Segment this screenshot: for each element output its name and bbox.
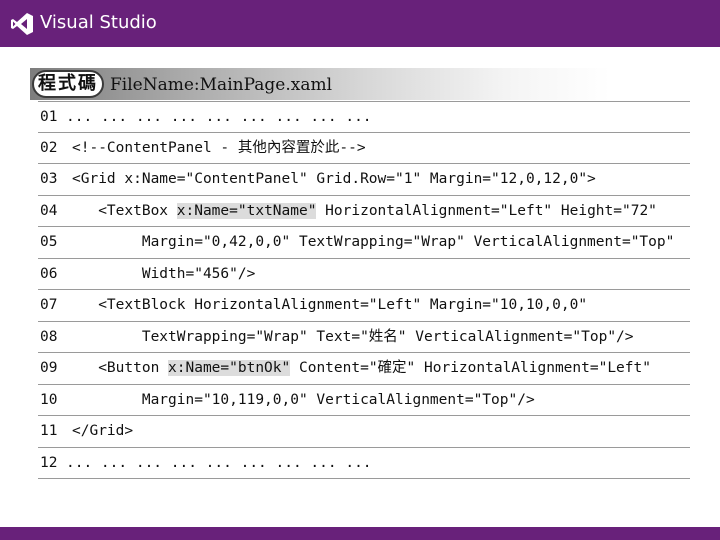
code-segment: Margin="10,119,0,0" VerticalAlignment="T… [72,391,535,408]
line-number: 01 [40,109,58,125]
code-line: 04 <TextBox x:Name="txtName" HorizontalA… [38,196,690,227]
code-line: 11 </Grid> [38,416,690,448]
code-segment: Margin="0,42,0,0" TextWrapping="Wrap" Ve… [72,234,675,250]
highlighted-code-segment: x:Name="txtName" [176,202,317,219]
line-number: 03 [40,171,58,187]
app-title: Visual Studio [40,12,157,33]
code-line: 01 ... ... ... ... ... ... ... ... ... [38,101,690,133]
code-line: 05 Margin="0,42,0,0" TextWrapping="Wrap"… [38,227,690,259]
line-number: 10 [40,391,58,408]
line-number: 06 [40,265,58,282]
code-segment: </Grid> [72,423,134,439]
code-listing: 01 ... ... ... ... ... ... ... ... ... 02 <… [38,101,690,479]
code-segment: ... ... ... ... ... ... ... ... ... [66,109,372,125]
code-line: 08 TextWrapping="Wrap" Text="姓名" Vertica… [38,322,690,353]
code-segment: Content="確定" HorizontalAlignment="Left" [290,360,651,376]
code-segment: TextWrapping="Wrap" Text="姓名" VerticalAl… [72,328,634,345]
line-code: <!--ContentPanel - 其他內容置於此--> [72,133,366,163]
line-number: 07 [40,297,58,313]
line-number: 05 [40,234,58,250]
line-code: ... ... ... ... ... ... ... ... ... [66,102,372,132]
line-number: 02 [40,139,58,156]
code-label-badge: 程式碼 [32,70,104,98]
line-number: 11 [40,423,58,439]
code-segment: <Grid x:Name="ContentPanel" Grid.Row="1"… [72,171,596,187]
code-line: 02 <!--ContentPanel - 其他內容置於此--> [38,133,690,164]
code-line: 07 <TextBlock HorizontalAlignment="Left"… [38,290,690,322]
code-segment: Width="456"/> [72,265,256,282]
line-code: <TextBox x:Name="txtName" HorizontalAlig… [72,196,657,226]
file-name: FileName:MainPage.xaml [110,75,333,95]
visual-studio-logo-icon [11,13,33,35]
highlighted-code-segment: x:Name="btnOk" [168,360,291,376]
line-code: ... ... ... ... ... ... ... ... ... [66,448,372,478]
code-line: 06 Width="456"/> [38,259,690,290]
code-segment: <!--ContentPanel - 其他內容置於此--> [72,139,366,156]
code-line: 12 ... ... ... ... ... ... ... ... ... [38,448,690,479]
line-number: 04 [40,202,58,219]
line-code: Margin="0,42,0,0" TextWrapping="Wrap" Ve… [72,227,675,257]
code-line: 09 <Button x:Name="btnOk" Content="確定" H… [38,353,690,385]
line-code: Margin="10,119,0,0" VerticalAlignment="T… [72,385,535,415]
line-number: 08 [40,328,58,345]
line-code: </Grid> [72,416,133,446]
code-segment: <Button [72,360,169,376]
code-line: 03 <Grid x:Name="ContentPanel" Grid.Row="… [38,164,690,196]
line-number: 09 [40,360,58,376]
line-code: <Grid x:Name="ContentPanel" Grid.Row="1"… [72,164,596,194]
line-code: <Button x:Name="btnOk" Content="確定" Hori… [72,353,651,383]
line-code: <TextBlock HorizontalAlignment="Left" Ma… [72,290,587,320]
code-segment: ... ... ... ... ... ... ... ... ... [66,454,372,471]
line-code: TextWrapping="Wrap" Text="姓名" VerticalAl… [72,322,634,352]
line-number: 12 [40,454,58,471]
bottom-bar [0,527,720,540]
top-bar: Visual Studio [0,0,720,47]
code-segment: <TextBlock HorizontalAlignment="Left" Ma… [72,297,588,313]
line-code: Width="456"/> [72,259,256,289]
code-segment: <TextBox [72,202,177,219]
code-line: 10 Margin="10,119,0,0" VerticalAlignment… [38,385,690,416]
code-segment: HorizontalAlignment="Left" Height="72" [316,202,657,219]
